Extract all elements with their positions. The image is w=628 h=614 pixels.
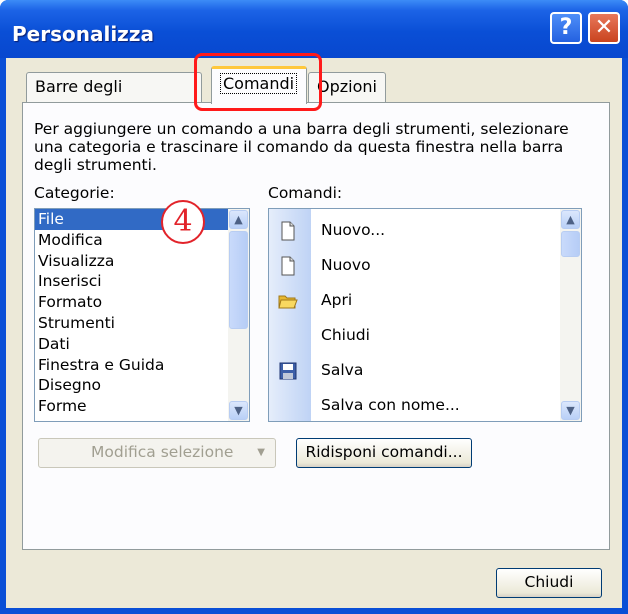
close-button[interactable]: Chiudi: [496, 568, 602, 598]
scroll-thumb[interactable]: [229, 231, 248, 329]
command-label: Salva: [321, 361, 364, 379]
command-item[interactable]: Apri: [269, 283, 569, 318]
categories-list: File Modifica Visualizza Inserisci Formato St…: [35, 209, 249, 417]
category-item[interactable]: Modifica: [35, 230, 249, 251]
scroll-down-arrow-icon[interactable]: ▼: [561, 401, 580, 420]
command-item[interactable]: Salva: [269, 353, 569, 388]
command-label: Apri: [321, 291, 353, 309]
categories-listbox[interactable]: File Modifica Visualizza Inserisci Formato St…: [34, 208, 250, 422]
category-item[interactable]: Forme: [35, 396, 249, 417]
category-item[interactable]: Finestra e Guida: [35, 355, 249, 376]
modify-selection-label: Modifica selezione: [91, 443, 234, 461]
categories-label: Categorie:: [34, 184, 115, 202]
title-bar[interactable]: Personalizza ? ✕: [0, 0, 628, 58]
customize-dialog: Personalizza ? ✕ Barre degli strumenti C…: [0, 0, 628, 614]
commands-label: Comandi:: [268, 184, 343, 202]
modify-selection-button[interactable]: Modifica selezione ▼: [38, 438, 276, 468]
command-label: Salva con nome...: [321, 396, 460, 414]
help-button[interactable]: ?: [550, 12, 582, 44]
category-item[interactable]: Dati: [35, 334, 249, 355]
instructions-text: Per aggiungere un comando a una barra de…: [34, 120, 569, 174]
dialog-body: Barre degli strumenti Comandi Opzioni Pe…: [6, 53, 622, 608]
dropdown-arrow-icon: ▼: [257, 447, 265, 458]
scroll-up-arrow-icon[interactable]: ▲: [229, 210, 248, 229]
categories-scrollbar[interactable]: ▲ ▼: [228, 209, 249, 421]
tab-toolbars[interactable]: Barre degli strumenti: [26, 72, 202, 124]
category-item[interactable]: File: [35, 209, 249, 230]
command-item[interactable]: Salva con nome...: [269, 388, 569, 421]
rearrange-commands-button[interactable]: Ridisponi comandi...: [296, 438, 472, 468]
category-item[interactable]: Visualizza: [35, 251, 249, 272]
category-item[interactable]: Inserisci: [35, 271, 249, 292]
command-label: Nuovo: [321, 256, 371, 274]
tab-label: Opzioni: [317, 77, 377, 96]
save-disk-icon: [278, 361, 298, 381]
new-document-icon: [278, 221, 298, 241]
category-item[interactable]: Formato: [35, 292, 249, 313]
command-item[interactable]: Nuovo...: [269, 213, 569, 248]
commands-scrollbar[interactable]: ▲ ▼: [560, 209, 581, 421]
command-item[interactable]: Chiudi: [269, 318, 569, 353]
category-item[interactable]: Disegno: [35, 375, 249, 396]
tab-label: Comandi: [220, 73, 298, 94]
step-number-badge: 4: [161, 200, 205, 244]
command-item[interactable]: Nuovo: [269, 248, 569, 283]
command-label: Chiudi: [321, 326, 370, 344]
scroll-thumb[interactable]: [561, 231, 580, 257]
commands-listbox[interactable]: Nuovo... Nuovo Apri Chiudi Salva Salva con no…: [268, 208, 582, 422]
scroll-down-arrow-icon[interactable]: ▼: [229, 401, 248, 420]
scroll-up-arrow-icon[interactable]: ▲: [561, 210, 580, 229]
new-document-icon: [278, 256, 298, 276]
category-item[interactable]: Strumenti: [35, 313, 249, 334]
window-title: Personalizza: [12, 22, 154, 46]
command-label: Nuovo...: [321, 221, 386, 239]
close-window-button[interactable]: ✕: [588, 12, 620, 44]
open-folder-icon: [278, 291, 298, 311]
tab-commands[interactable]: Comandi: [211, 66, 307, 104]
